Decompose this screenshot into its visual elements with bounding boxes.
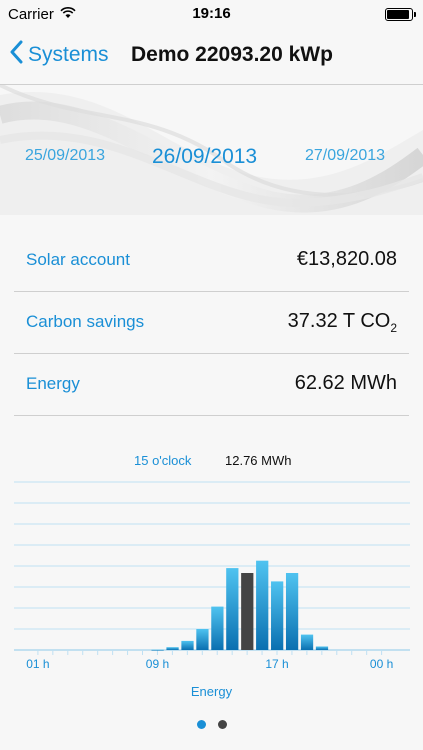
chart-caption: Energy [190, 684, 233, 699]
solar-account-value: €13,820.08 [296, 248, 397, 270]
status-time: 19:16 [192, 5, 231, 22]
energy-row[interactable]: Energy 62.62 MWh [14, 353, 409, 416]
date-selector[interactable]: 25/09/2013 26/09/2013 27/09/2013 [0, 85, 423, 215]
chart-bar[interactable] [166, 647, 179, 650]
energy-value: 62.62 MWh [294, 372, 397, 394]
back-button[interactable]: Systems [10, 40, 109, 69]
solar-account-label: Solar account [26, 250, 130, 269]
chart-bar[interactable] [315, 646, 329, 651]
chart-bar[interactable] [226, 568, 239, 650]
battery-icon [385, 8, 416, 21]
chart-bar[interactable] [271, 581, 284, 650]
chart-bar[interactable] [181, 640, 194, 650]
x-tick-label: 01 h [26, 657, 49, 671]
page-dot[interactable] [196, 720, 206, 729]
chart-bar[interactable] [285, 573, 299, 650]
back-button-label: Systems [28, 42, 109, 66]
page-dot[interactable] [217, 720, 227, 729]
chart-bar[interactable] [151, 649, 164, 651]
chart-bar[interactable] [300, 634, 314, 650]
chart-bar[interactable] [196, 629, 209, 650]
x-tick-label: 00 h [370, 657, 393, 671]
carbon-savings-row[interactable]: Carbon savings 37.32 T CO2 [14, 291, 409, 354]
x-tick-label: 09 h [146, 657, 169, 671]
date-current[interactable]: 26/09/2013 [152, 145, 257, 169]
carbon-savings-label: Carbon savings [26, 312, 145, 331]
solar-account-row[interactable]: Solar account €13,820.08 [14, 229, 409, 292]
chart-plot[interactable]: 01 h 09 h 17 h 00 h [0, 440, 423, 680]
x-tick-label: 17 h [265, 657, 288, 671]
chart-bar[interactable] [256, 560, 269, 650]
energy-label: Energy [26, 374, 80, 393]
navigation-bar: Systems Demo 22093.20 kWp [0, 28, 423, 85]
chart-bar-selected[interactable] [241, 573, 254, 650]
date-next[interactable]: 27/09/2013 [305, 147, 385, 165]
chart-bar[interactable] [211, 606, 224, 650]
carbon-savings-number: 37.32 T CO [287, 310, 391, 332]
status-bar: Carrier 19:16 [0, 0, 423, 28]
date-previous[interactable]: 25/09/2013 [25, 147, 105, 165]
chevron-left-icon [10, 40, 24, 69]
energy-chart[interactable]: 15 o'clock 12.76 MWh 01 h 09 h 17 h 00 h En… [0, 440, 423, 710]
page-indicator[interactable] [0, 720, 423, 729]
carbon-subscript: 2 [390, 321, 397, 335]
page-title: Demo 22093.20 kWp [131, 43, 333, 66]
carbon-savings-value: 37.32 T CO2 [288, 310, 397, 335]
battery-fill [387, 10, 409, 19]
